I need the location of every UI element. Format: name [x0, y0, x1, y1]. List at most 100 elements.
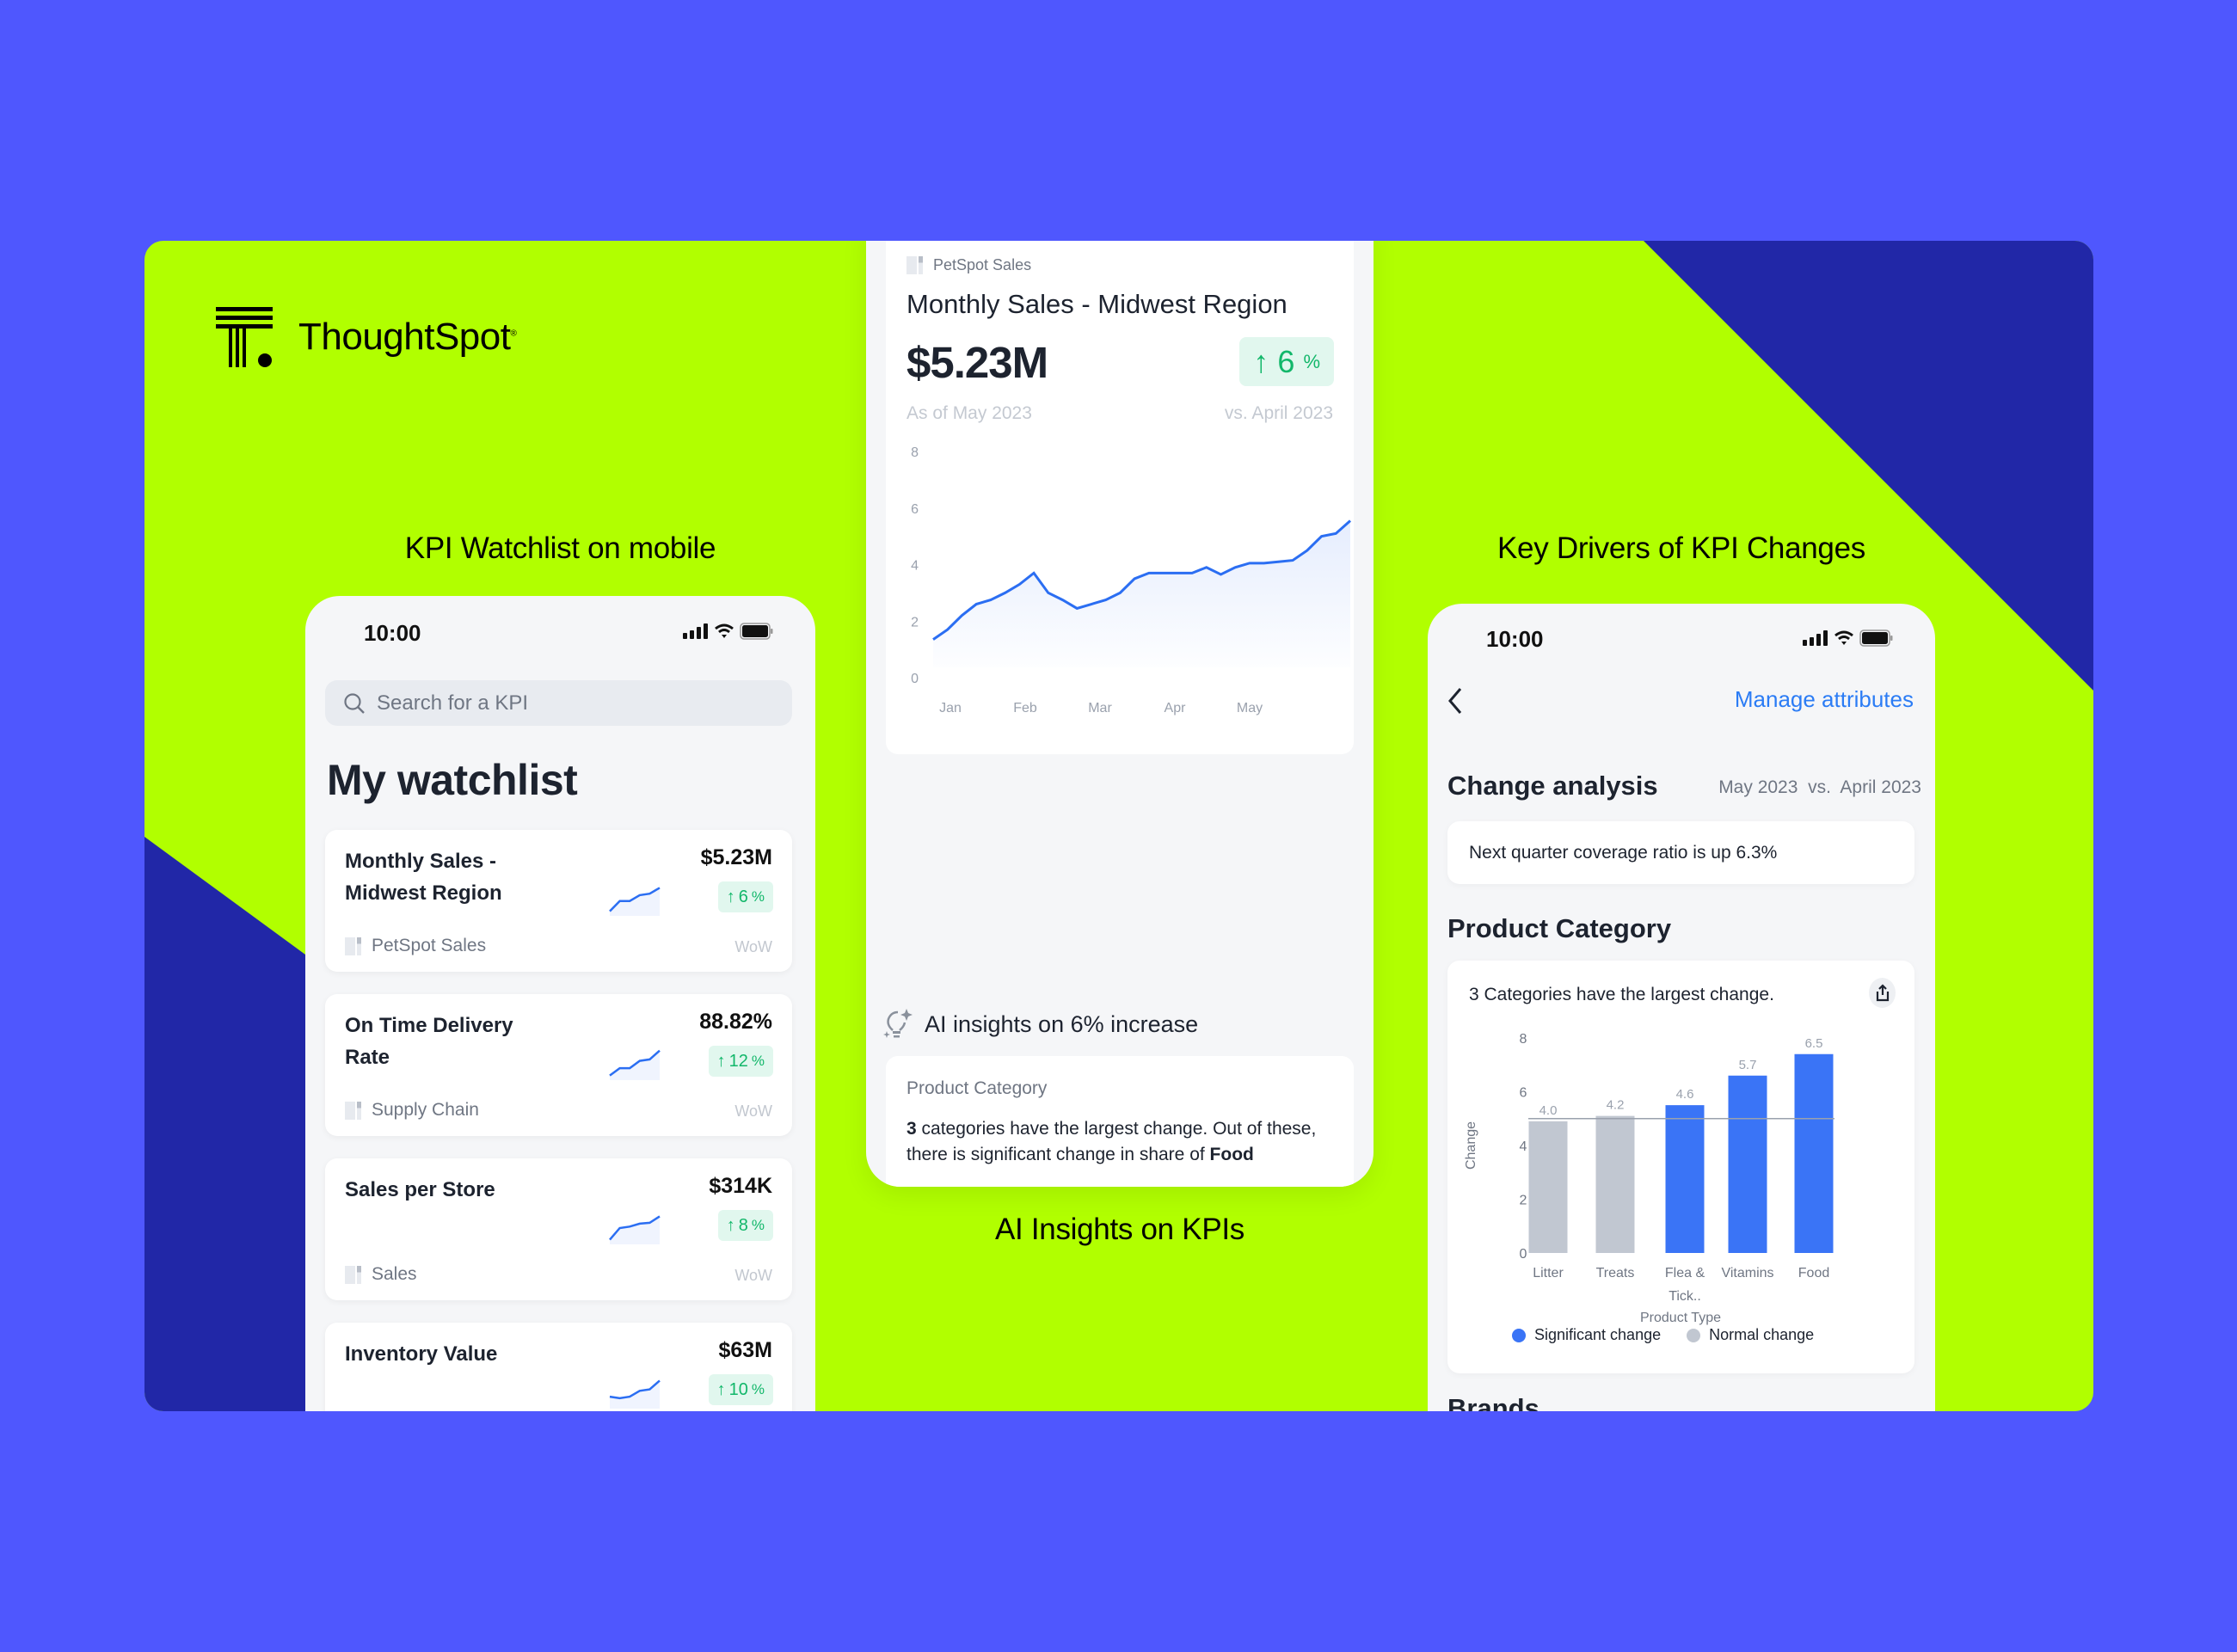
y-tick-label: 2 [1520, 1194, 1527, 1208]
kpi-card[interactable]: Inventory Value $63M ↑ 10% [325, 1323, 792, 1411]
phone-watchlist: 10:00 My watchlist Monthly Sales - Midwe… [305, 596, 815, 1411]
brands-title: Brands [1447, 1393, 1539, 1411]
insight-product-category[interactable]: Product Category 3 categories have the l… [906, 1078, 1333, 1168]
change-value: 8 [738, 1215, 748, 1235]
x-tick-label: Treats [1596, 1266, 1635, 1280]
insight-highlight: Food [1209, 1145, 1254, 1164]
kpi-value: 88.82% [699, 1010, 772, 1034]
insight-text-run: categories have the largest change. Out … [906, 1119, 1317, 1164]
y-tick-label: 4 [1520, 1139, 1527, 1154]
change-unit: % [751, 1053, 765, 1069]
navy-triangle-left [144, 837, 305, 1411]
comparison-label: vs. April 2023 [1224, 403, 1333, 423]
change-summary-card[interactable]: Next quarter coverage ratio is up 6.3% [1447, 821, 1914, 884]
kpi-name: Inventory Value [345, 1342, 498, 1366]
x-tick-label: May [1237, 701, 1263, 715]
caption-drivers: Key Drivers of KPI Changes [1497, 531, 1865, 565]
kpi-source: Supply Chain [345, 1100, 479, 1121]
x-tick-label: Food [1798, 1266, 1829, 1280]
significant-dot-icon [1512, 1328, 1526, 1342]
legend-significant[interactable]: Significant change [1512, 1326, 1661, 1344]
kpi-search-input[interactable] [377, 691, 755, 715]
chart-title: 3 Categories have the largest change. [1469, 985, 1774, 1004]
worksheet-icon [906, 256, 923, 274]
caption-insights: AI Insights on KPIs [994, 1213, 1244, 1246]
kpi-name: Monthly Sales - Midwest Region [345, 850, 502, 905]
ai-heading-text: AI insights on 6% increase [925, 1010, 1199, 1037]
normal-dot-icon [1687, 1328, 1701, 1342]
y-tick-label: 4 [911, 559, 919, 574]
phone-drivers: 10:00 Manage attributes Change analysis … [1428, 604, 1935, 1411]
bar-litter[interactable] [1528, 1121, 1568, 1253]
bar-value-label: 6.5 [1805, 1036, 1823, 1051]
kpi-period: WoW [734, 1267, 772, 1284]
change-badge: ↑ 12% [708, 1046, 773, 1077]
battery-icon [740, 623, 773, 640]
status-bar: 10:00 [1428, 604, 1935, 672]
kpi-card[interactable]: On Time Delivery Rate 88.82% ↑ 12% Supply Ch… [325, 994, 792, 1136]
change-badge: ↑ 8% [717, 1210, 773, 1241]
kpi-detail-card[interactable]: PetSpot Sales Monthly Sales - Midwest Re… [886, 241, 1354, 754]
bar-value-label: 4.6 [1676, 1087, 1694, 1102]
x-tick-label: Flea & [1665, 1266, 1705, 1280]
kpi-search-bar[interactable] [325, 680, 792, 726]
change-value: 10 [728, 1379, 748, 1399]
monthly-sales-line-chart[interactable]: 0 2 4 6 8 Jan Feb Mar Apr May [886, 434, 1354, 761]
battery-icon [1859, 629, 1893, 647]
chart-legend: Significant change Normal change [1512, 1326, 1814, 1344]
y-tick-label: 0 [1520, 1247, 1527, 1262]
y-axis-label: Change [1464, 1121, 1478, 1170]
kpi-sparkline [609, 887, 661, 916]
bar-flea-tick-[interactable] [1665, 1105, 1705, 1253]
legend-normal[interactable]: Normal change [1687, 1326, 1814, 1344]
page-title: My watchlist [327, 756, 578, 804]
share-button[interactable] [1869, 978, 1896, 1008]
kpi-value: $63M [718, 1338, 772, 1362]
change-value: 6 [738, 887, 748, 906]
x-tick-label: Jan [939, 701, 962, 715]
kpi-source: PetSpot Sales [345, 936, 486, 956]
legend-label: Significant change [1534, 1326, 1662, 1343]
kpi-source-label: PetSpot Sales [933, 256, 1032, 273]
worksheet-icon [345, 1265, 361, 1284]
insight-label: Product Category [906, 1078, 1048, 1098]
caption-watchlist: KPI Watchlist on mobile [404, 531, 716, 565]
kpi-source-label: Sales [372, 1264, 417, 1284]
phone-insights: PetSpot Sales Monthly Sales - Midwest Re… [866, 241, 1374, 1187]
manage-attributes-link[interactable]: Manage attributes [1735, 686, 1914, 713]
thoughtspot-logo: ThoughtSpot® [216, 307, 517, 367]
bar-vitamins[interactable] [1728, 1075, 1767, 1253]
arrow-up-icon: ↑ [726, 1215, 735, 1235]
kpi-card[interactable]: Sales per Store $314K ↑ 8% Sales WoW [325, 1158, 792, 1300]
legend-label: Normal change [1709, 1326, 1815, 1343]
kpi-value: $314K [709, 1174, 772, 1198]
arrow-up-icon: ↑ [716, 1379, 726, 1399]
arrow-up-icon: ↑ [726, 887, 735, 906]
status-time: 10:00 [364, 620, 421, 646]
change-badge: ↑ 6% [717, 881, 773, 912]
bar-value-label: 4.0 [1539, 1103, 1558, 1118]
worksheet-icon [345, 1101, 361, 1120]
bar-treats[interactable] [1595, 1115, 1635, 1253]
change-badge: ↑ 6 % [1239, 337, 1334, 386]
hero-canvas: ThoughtSpot® KPI Watchlist on mobile AI … [144, 241, 2093, 1411]
kpi-name: On Time Delivery Rate [345, 1014, 513, 1069]
change-analysis-title: Change analysis [1447, 771, 1658, 801]
arrow-up-icon: ↑ [1253, 343, 1269, 379]
change-unit: % [751, 888, 765, 905]
kpi-sparkline [609, 1049, 661, 1080]
kpi-period: WoW [734, 1102, 772, 1120]
product-category-bar-chart[interactable]: Change 0 2 4 6 8 4.0 Litter 4.2 Treats 4.6 Flea & Ti… [1447, 1012, 1914, 1330]
share-icon [1876, 983, 1889, 1001]
bar-food[interactable] [1794, 1053, 1834, 1253]
kpi-value: $5.23M [700, 845, 772, 869]
change-value: 6 [1277, 343, 1295, 379]
y-tick-label: 8 [911, 445, 919, 460]
kpi-source: Sales [345, 1264, 417, 1285]
kpi-title: Monthly Sales - Midwest Region [906, 289, 1288, 319]
change-unit: % [751, 1217, 765, 1233]
x-tick-label: Vitamins [1721, 1266, 1773, 1280]
back-chevron-icon[interactable] [1447, 686, 1464, 715]
kpi-card[interactable]: Monthly Sales - Midwest Region $5.23M ↑ 6% P… [325, 830, 792, 972]
x-tick-label: Apr [1165, 701, 1187, 715]
